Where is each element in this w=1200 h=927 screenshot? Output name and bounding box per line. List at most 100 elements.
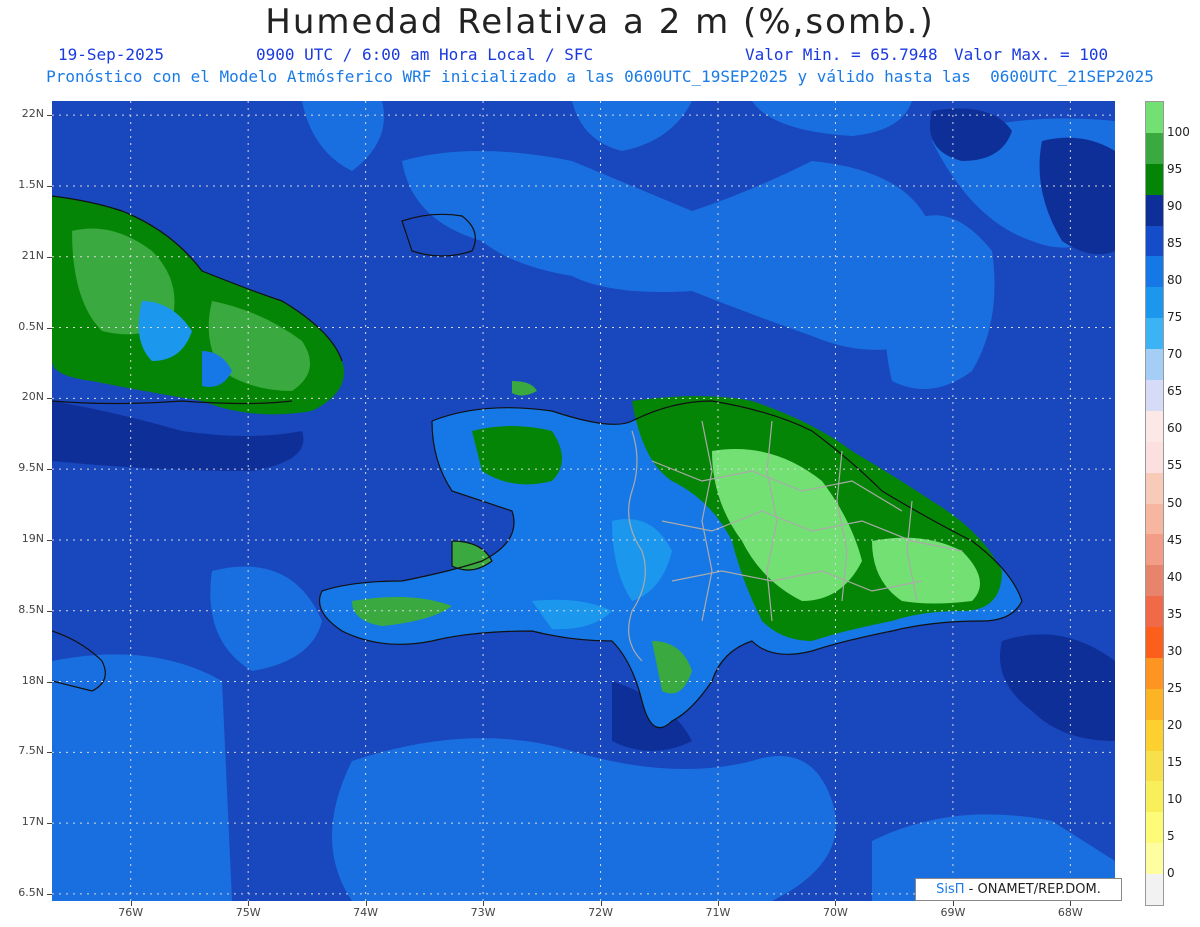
lon-tick bbox=[248, 901, 250, 906]
colorbar-label: 40 bbox=[1167, 569, 1183, 584]
colorbar-label: 90 bbox=[1167, 199, 1183, 213]
lon-label: 76W bbox=[118, 906, 144, 919]
lon-label: 68W bbox=[1057, 906, 1083, 919]
lon-label: 73W bbox=[470, 906, 496, 919]
lon-label: 71W bbox=[705, 906, 731, 919]
colorbar-label: 85 bbox=[1167, 236, 1183, 251]
colorbar-label: 55 bbox=[1167, 458, 1183, 473]
colorbar-segment bbox=[1146, 410, 1163, 442]
colorbar-segment bbox=[1146, 255, 1163, 288]
lat-label: 19N bbox=[21, 531, 44, 545]
lat-label: 9.5N bbox=[18, 461, 44, 475]
colorbar-label: 50 bbox=[1167, 495, 1183, 510]
colorbar-segment bbox=[1146, 472, 1163, 504]
colorbar-segment bbox=[1146, 750, 1163, 782]
lon-label: 74W bbox=[353, 906, 379, 919]
colorbar-segment bbox=[1146, 225, 1163, 257]
colorbar-label: 100 bbox=[1167, 124, 1190, 139]
colorbar-label: 75 bbox=[1167, 310, 1183, 325]
colorbar-segment bbox=[1146, 719, 1163, 751]
colorbar-segment bbox=[1146, 688, 1163, 720]
lat-tick bbox=[47, 681, 52, 683]
colorbar-segment bbox=[1146, 780, 1163, 813]
lon-tick bbox=[835, 901, 837, 906]
min-value: Valor Min. = 65.7948 bbox=[745, 45, 938, 64]
lon-tick bbox=[1070, 901, 1072, 906]
lon-label: 75W bbox=[235, 906, 261, 919]
colorbar-segment bbox=[1146, 348, 1163, 380]
colorbar-segment bbox=[1146, 595, 1163, 628]
colorbar-segment bbox=[1146, 533, 1163, 566]
colorbar-segment bbox=[1146, 317, 1163, 350]
colorbar-segment bbox=[1146, 379, 1163, 411]
colorbar-segment bbox=[1146, 873, 1163, 905]
colorbar-segment bbox=[1146, 657, 1163, 689]
lon-tick bbox=[483, 901, 485, 906]
lat-tick bbox=[47, 539, 52, 541]
colorbar-segment bbox=[1146, 626, 1163, 658]
colorbar-label: 60 bbox=[1167, 421, 1183, 436]
colorbar-label: 15 bbox=[1167, 754, 1183, 769]
lat-tick bbox=[47, 256, 52, 258]
colorbar-label: 95 bbox=[1167, 161, 1183, 176]
colorbar-segment bbox=[1146, 564, 1163, 597]
colorbar-label: 80 bbox=[1167, 273, 1183, 288]
lat-label: 17N bbox=[21, 815, 44, 829]
colorbar-segment bbox=[1146, 842, 1163, 875]
colorbar-label: 5 bbox=[1167, 829, 1175, 844]
max-value: Valor Max. = 100 bbox=[954, 45, 1109, 64]
lon-tick bbox=[952, 901, 954, 906]
lat-label: 1.5N bbox=[18, 177, 44, 191]
lat-label: 7.5N bbox=[18, 744, 44, 758]
colorbar-label: 20 bbox=[1167, 717, 1183, 732]
colorbar-segment bbox=[1146, 286, 1163, 319]
lat-label: 18N bbox=[21, 673, 44, 687]
lon-tick bbox=[365, 901, 367, 906]
colorbar-segment bbox=[1146, 132, 1163, 164]
model-subtitle: Pronóstico con el Modelo Atmósferico WRF… bbox=[46, 67, 1154, 86]
lon-tick bbox=[130, 901, 132, 906]
lat-label: 8.5N bbox=[18, 602, 44, 616]
credit-org: - ONAMET/REP.DOM. bbox=[964, 882, 1101, 897]
lat-tick bbox=[47, 469, 52, 471]
lat-tick bbox=[47, 610, 52, 612]
colorbar-label: 0 bbox=[1167, 866, 1175, 881]
lat-tick bbox=[47, 327, 52, 329]
lat-tick bbox=[47, 115, 52, 117]
lat-tick bbox=[47, 752, 52, 754]
forecast-time: 0900 UTC / 6:00 am Hora Local / SFC bbox=[256, 45, 594, 64]
map-area bbox=[52, 101, 1115, 901]
lat-label: 20N bbox=[21, 390, 44, 404]
lon-tick bbox=[717, 901, 719, 906]
forecast-date: 19-Sep-2025 bbox=[58, 45, 164, 64]
lat-tick bbox=[47, 185, 52, 187]
lon-tick bbox=[600, 901, 602, 906]
lat-label: 21N bbox=[21, 248, 44, 262]
lon-label: 69W bbox=[940, 906, 966, 919]
lon-label: 70W bbox=[823, 906, 848, 919]
map-title: Humedad Relativa a 2 m (%,somb.) bbox=[265, 2, 935, 42]
colorbar-label: 35 bbox=[1167, 606, 1183, 621]
lat-label: 22N bbox=[21, 107, 44, 121]
colorbar-label: 65 bbox=[1167, 384, 1183, 399]
colorbar-segment bbox=[1146, 163, 1163, 195]
colorbar-label: 30 bbox=[1167, 643, 1183, 658]
lat-label: 6.5N bbox=[18, 885, 44, 899]
colorbar-label: 45 bbox=[1167, 532, 1183, 547]
colorbar-segment bbox=[1146, 503, 1163, 535]
colorbar-label: 25 bbox=[1167, 680, 1183, 695]
colorbar-label: 70 bbox=[1167, 347, 1183, 362]
lat-tick bbox=[47, 398, 52, 400]
lat-tick bbox=[47, 893, 52, 895]
colorbar-label: 10 bbox=[1167, 791, 1183, 806]
colorbar-segment bbox=[1146, 811, 1163, 844]
credit-box: SisΠ - ONAMET/REP.DOM. bbox=[915, 878, 1122, 901]
colorbar bbox=[1145, 101, 1164, 906]
lat-label: 0.5N bbox=[18, 319, 44, 333]
sis-logo-text: SisΠ bbox=[936, 882, 965, 897]
lat-tick bbox=[47, 823, 52, 825]
colorbar-segment bbox=[1146, 194, 1163, 226]
colorbar-segment bbox=[1146, 441, 1163, 473]
lon-label: 72W bbox=[588, 906, 613, 919]
humidity-map bbox=[52, 101, 1115, 901]
